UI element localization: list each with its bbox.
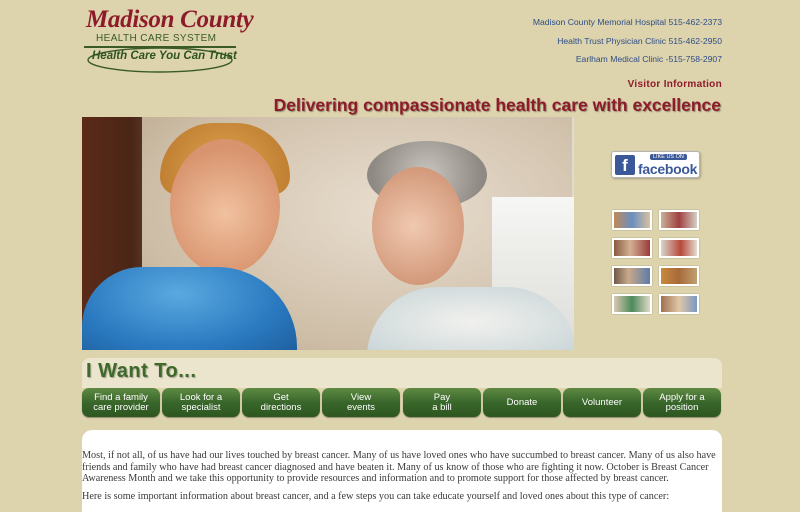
thumbnail[interactable]: [612, 294, 652, 314]
find-care-provider-button[interactable]: Find a family care provider: [82, 388, 160, 417]
pay-bill-button[interactable]: Pay a bill: [403, 388, 481, 417]
hero-photo: [82, 117, 574, 350]
main-content: Most, if not all, of us have had our liv…: [82, 430, 722, 512]
contact-list: Madison County Memorial Hospital 515-462…: [533, 13, 722, 69]
contact-earlham-clinic[interactable]: Earlham Medical Clinic -515-758-2907: [533, 50, 722, 69]
facebook-wordmark: facebook: [638, 161, 698, 177]
i-want-to-title: I Want To...: [86, 360, 197, 382]
facebook-like-label: LIKE US ON: [650, 154, 687, 160]
apply-position-button[interactable]: Apply for a position: [643, 388, 721, 417]
contact-hospital[interactable]: Madison County Memorial Hospital 515-462…: [533, 13, 722, 32]
i-want-to-header: I Want To...: [82, 358, 722, 388]
volunteer-button[interactable]: Volunteer: [563, 388, 641, 417]
content-paragraph: Here is some important information about…: [82, 490, 670, 502]
thumbnail[interactable]: [659, 210, 699, 230]
logo-slogan: Health Care You Can Trust: [92, 50, 237, 62]
thumbnail[interactable]: [612, 266, 652, 286]
find-specialist-button[interactable]: Look for a specialist: [162, 388, 240, 417]
thumbnail[interactable]: [612, 210, 652, 230]
i-want-to-buttons: Find a family care provider Look for a s…: [82, 388, 722, 418]
facebook-icon: f: [615, 155, 635, 175]
facebook-like-button[interactable]: f LIKE US ON facebook: [611, 151, 700, 178]
thumbnail[interactable]: [612, 238, 652, 258]
photo-thumbnails: [612, 210, 700, 314]
contact-physician-clinic[interactable]: Health Trust Physician Clinic 515-462-29…: [533, 32, 722, 51]
logo[interactable]: Madison County HEALTH CARE SYSTEM Health…: [84, 6, 254, 74]
logo-subtitle: HEALTH CARE SYSTEM: [96, 33, 217, 44]
tagline: Delivering compassionate health care wit…: [273, 95, 721, 115]
logo-title: Madison County: [86, 6, 254, 33]
thumbnail[interactable]: [659, 238, 699, 258]
visitor-information-link[interactable]: Visitor Information: [628, 79, 722, 90]
donate-button[interactable]: Donate: [483, 388, 561, 417]
content-paragraph: Most, if not all, of us have had our liv…: [82, 450, 716, 485]
thumbnail[interactable]: [659, 294, 699, 314]
get-directions-button[interactable]: Get directions: [242, 388, 320, 417]
view-events-button[interactable]: View events: [322, 388, 400, 417]
thumbnail[interactable]: [659, 266, 699, 286]
